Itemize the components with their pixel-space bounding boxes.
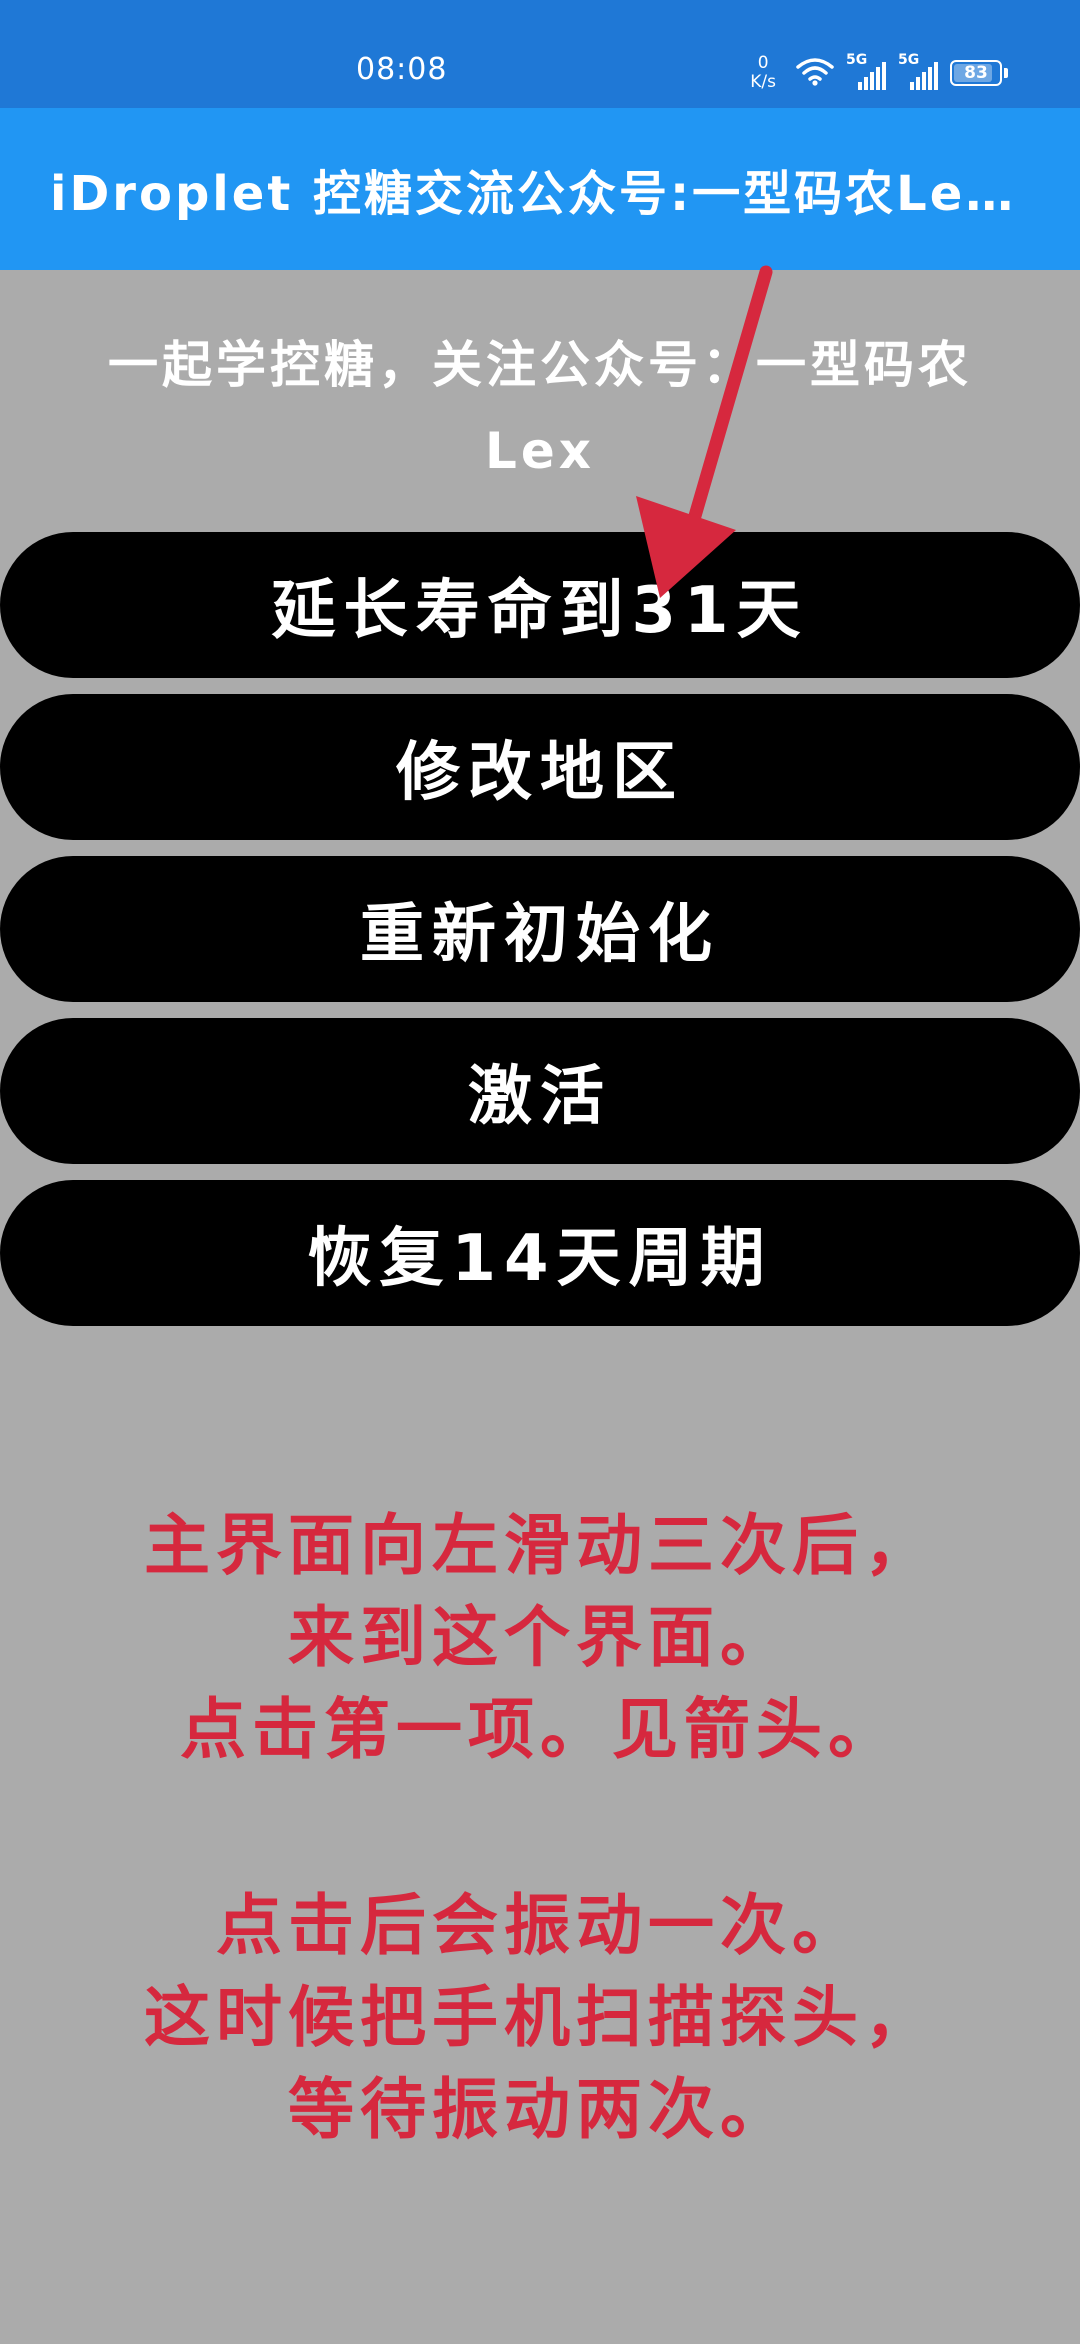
restore-14day-button[interactable]: 恢复14天周期	[0, 1180, 1080, 1326]
battery-icon: 83	[950, 60, 1002, 86]
status-icons: 0 K/s 5G 5G 83	[750, 48, 1008, 98]
instruction-spacer	[40, 1776, 1040, 1880]
signal-icon: 5G	[846, 52, 886, 90]
net-speed-value: 0	[757, 53, 769, 73]
instruction-line: 这时候把手机扫描探头，	[144, 1979, 936, 2056]
instructions: 主界面向左滑动三次后， 来到这个界面。 点击第一项。见箭头。 点击后会振动一次。…	[40, 1500, 1040, 2156]
net-speed: 0 K/s	[750, 54, 776, 92]
subtitle-line-1: 一起学控糖，关注公众号：一型码农	[108, 336, 972, 394]
instruction-line: 点击后会振动一次。	[216, 1887, 864, 1964]
app-bar: iDroplet 控糖交流公众号:一型码农Le…	[0, 108, 1080, 270]
app-screen: 08:08 0 K/s 5G 5G 83 iDroplet 控糖交流公众号:一型…	[0, 0, 1080, 2344]
battery-percent: 83	[964, 63, 988, 83]
change-region-button[interactable]: 修改地区	[0, 694, 1080, 840]
battery-tip	[1004, 68, 1008, 78]
subtitle: 一起学控糖，关注公众号：一型码农 Lex	[30, 322, 1050, 494]
instruction-line: 主界面向左滑动三次后，	[144, 1507, 936, 1584]
subtitle-line-2: Lex	[484, 422, 596, 480]
instruction-line: 等待振动两次。	[288, 2071, 792, 2148]
signal-icon: 5G	[898, 52, 938, 90]
extend-life-button[interactable]: 延长寿命到31天	[0, 532, 1080, 678]
instruction-line: 来到这个界面。	[288, 1599, 792, 1676]
app-title: iDroplet 控糖交流公众号:一型码农Le…	[50, 166, 1017, 222]
reinitialize-button[interactable]: 重新初始化	[0, 856, 1080, 1002]
activate-button[interactable]: 激活	[0, 1018, 1080, 1164]
instruction-line: 点击第一项。见箭头。	[180, 1691, 900, 1768]
net-speed-unit: K/s	[750, 72, 776, 92]
status-time: 08:08	[356, 52, 448, 87]
wifi-icon	[796, 56, 834, 90]
status-bar: 08:08 0 K/s 5G 5G 83	[0, 0, 1080, 108]
